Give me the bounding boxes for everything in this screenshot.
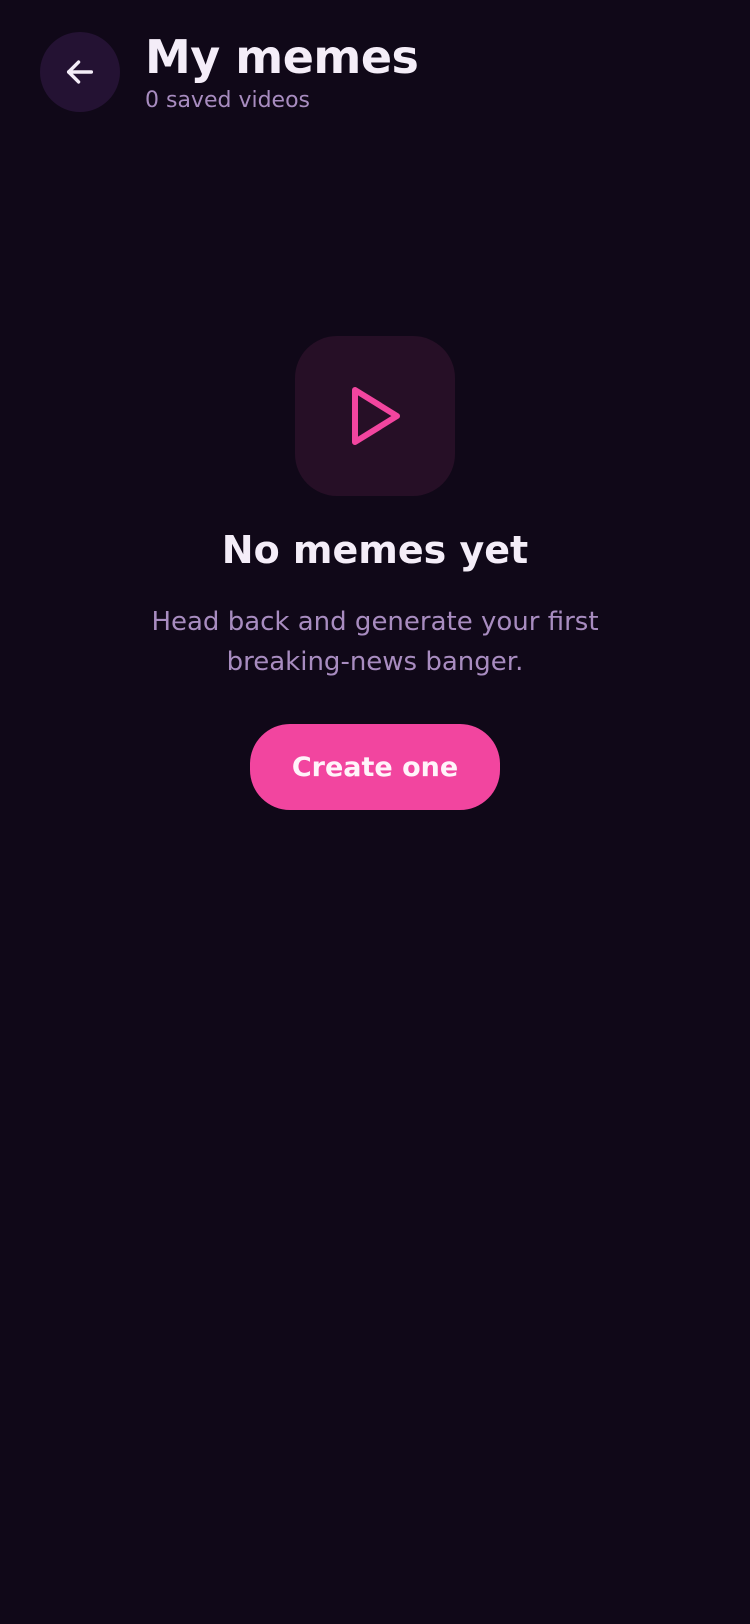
empty-state: No memes yet Head back and generate your… [0, 336, 750, 810]
page-title: My memes [145, 30, 419, 84]
title-group: My memes 0 saved videos [145, 30, 419, 116]
play-icon [352, 387, 400, 445]
empty-state-title: No memes yet [221, 528, 529, 572]
back-button[interactable] [40, 32, 120, 112]
arrow-left-icon [66, 60, 94, 84]
empty-state-icon-tile [295, 336, 455, 496]
empty-state-description: Head back and generate your first breaki… [151, 607, 599, 677]
my-memes-screen: My memes 0 saved videos No memes yet Hea… [0, 0, 750, 1624]
create-one-button[interactable]: Create one [250, 724, 500, 810]
saved-count: 0 saved videos [145, 88, 310, 113]
header: My memes 0 saved videos [40, 30, 419, 116]
